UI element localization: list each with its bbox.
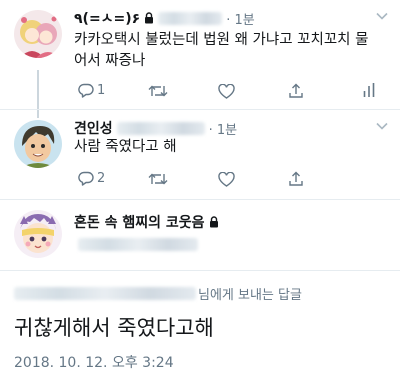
analytics-button[interactable]	[363, 82, 375, 98]
tweet-text: 사람 죽였다고 해	[74, 139, 177, 155]
tweet-header: 견인성 · 1분	[74, 118, 237, 138]
chevron-down-icon[interactable]	[376, 119, 388, 134]
tweet-header: 혼돈 속 햄찌의 코웃음	[74, 212, 219, 232]
heart-icon	[218, 84, 235, 99]
display-name[interactable]: ٩(=ㅅ=)۶	[74, 8, 140, 28]
redacted-handle	[78, 238, 198, 251]
reply-count: 2	[97, 171, 106, 186]
tweet-text: 카카오택시 불렀는데 법원 왜 가냐고 꼬치꼬치 물 어서 짜증나	[74, 30, 394, 72]
redacted-handle[interactable]	[14, 287, 196, 300]
reply-to-label: 님에게 보내는 답글	[198, 288, 302, 303]
share-button[interactable]	[288, 83, 304, 99]
reply-button[interactable]: 1	[78, 83, 105, 98]
tweet-time: · 1분	[208, 122, 238, 138]
display-name[interactable]: 견인성	[74, 118, 113, 138]
divider	[0, 270, 400, 271]
main-tweet-text: 귀찮게해서 죽였다고해	[14, 316, 214, 340]
tweet-text-line: 카카오택시 불렀는데 법원 왜 가냐고 꼬치꼬치 물	[74, 32, 369, 48]
avatar[interactable]	[14, 10, 62, 58]
tweet-header: ٩(=ㅅ=)۶ · 1분	[74, 8, 255, 28]
tweet-time: · 1분	[226, 12, 255, 28]
analytics-icon	[363, 83, 375, 97]
retweet-icon	[148, 85, 168, 97]
like-button[interactable]	[218, 172, 235, 187]
reply-to-context: 님에게 보내는 답글	[14, 284, 302, 303]
retweet-icon	[148, 173, 168, 185]
display-name[interactable]: 혼돈 속 햄찌의 코웃음	[74, 212, 205, 232]
reply-count: 1	[97, 83, 106, 98]
tweet-text-line: 어서 짜증나	[74, 53, 146, 69]
share-icon	[289, 83, 303, 98]
reply-button[interactable]: 2	[78, 171, 105, 186]
redacted-handle	[116, 121, 205, 135]
chevron-down-icon[interactable]	[376, 9, 388, 24]
retweet-button[interactable]	[148, 84, 168, 98]
share-icon	[289, 171, 303, 186]
share-button[interactable]	[288, 171, 304, 187]
tweet-3[interactable]: 혼돈 속 햄찌의 코웃음	[0, 200, 400, 270]
tweet-1[interactable]: ٩(=ㅅ=)۶ · 1분 카카오택시 불렀는데 법원 왜 가냐고 꼬치꼬치 물 …	[0, 0, 400, 110]
lock-icon	[209, 216, 219, 228]
lock-icon	[144, 12, 154, 24]
tweet-timestamp: 2018. 10. 12. 오후 3:24	[14, 355, 174, 371]
heart-icon	[218, 172, 235, 187]
avatar[interactable]	[14, 120, 62, 168]
reply-icon	[78, 171, 94, 186]
tweet-2[interactable]: 견인성 · 1분 사람 죽였다고 해 2	[0, 110, 400, 200]
reply-icon	[78, 83, 94, 98]
redacted-handle	[158, 11, 223, 25]
retweet-button[interactable]	[148, 172, 168, 186]
avatar[interactable]	[14, 210, 62, 258]
like-button[interactable]	[218, 84, 235, 99]
